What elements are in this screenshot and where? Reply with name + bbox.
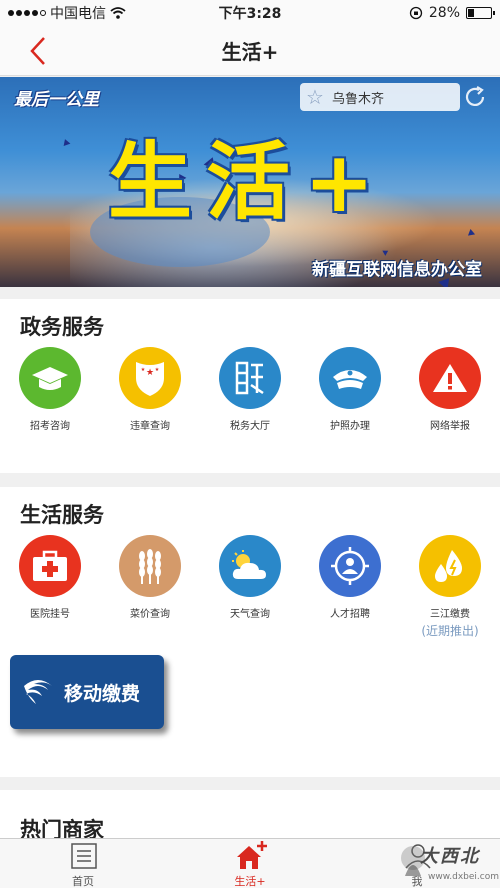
service-passport[interactable]: 护照办理: [310, 347, 390, 432]
service-label: 三江缴费: [430, 609, 470, 620]
service-label: 菜价查询: [130, 609, 170, 620]
city-label: 乌鲁木齐: [331, 91, 384, 107]
section-title: 政务服务: [20, 315, 104, 339]
chevron-left-icon[interactable]: [24, 34, 54, 68]
service-label: 网络举报: [430, 421, 470, 432]
police-badge-icon: ★ ★ ★: [119, 347, 181, 409]
wheat-icon: [119, 535, 181, 597]
battery-percent: 28%: [428, 5, 460, 21]
svg-text:★: ★: [155, 367, 160, 373]
service-weather[interactable]: 天气查询: [210, 535, 290, 620]
tab-home[interactable]: 首页: [33, 839, 133, 888]
section-title: 生活服务: [20, 503, 104, 527]
svg-text:★: ★: [146, 368, 154, 378]
life-services-row: 医院挂号 菜价查询 天气查询 人才招聘 三江缴费 (近期推出): [0, 535, 500, 638]
service-recruitment[interactable]: 人才招聘: [310, 535, 390, 620]
service-label: 违章查询: [130, 421, 170, 432]
service-online-report[interactable]: 网络举报: [410, 347, 490, 432]
service-violation-query[interactable]: ★ ★ ★ 违章查询: [110, 347, 190, 432]
svg-text:★: ★: [141, 367, 146, 373]
nav-bar: 生活+: [0, 26, 500, 76]
page-title: 生活+: [221, 40, 279, 64]
banner-slogan: 最后一公里: [14, 90, 99, 110]
signal-icon: [8, 10, 46, 16]
service-label: 招考咨询: [30, 421, 70, 432]
star-icon[interactable]: ☆: [306, 87, 324, 107]
service-vegetable-price[interactable]: 菜价查询: [110, 535, 190, 620]
banner-org: 新疆互联网信息办公室: [312, 260, 482, 280]
officer-cap-icon: [319, 347, 381, 409]
service-tax-hall[interactable]: 税务大厅: [210, 347, 290, 432]
document-icon: [71, 843, 97, 869]
medical-kit-icon: [19, 535, 81, 597]
watermark-url: www.dxbei.com: [428, 872, 499, 882]
gov-services-section: 政务服务 招考咨询 ★ ★ ★ 违章查询 税务大厅 护照办理 网络举报: [0, 299, 500, 473]
tax-icon: [219, 347, 281, 409]
battery-icon: [466, 7, 495, 19]
triangle-decoration: [61, 137, 71, 147]
utilities-icon: [419, 535, 481, 597]
banner-main-title: 生活+: [108, 133, 389, 231]
service-label: 护照办理: [330, 421, 370, 432]
wifi-icon: [110, 7, 126, 19]
city-selector[interactable]: ☆ 乌鲁木齐: [300, 83, 460, 111]
mobile-pay-button[interactable]: 移动缴费: [10, 655, 164, 729]
warning-icon: [419, 347, 481, 409]
mobile-pay-label: 移动缴费: [64, 682, 141, 705]
service-label: 税务大厅: [230, 421, 270, 432]
service-label: 天气查询: [230, 609, 270, 620]
gov-services-row: 招考咨询 ★ ★ ★ 违章查询 税务大厅 护照办理 网络举报: [0, 347, 500, 437]
tab-label: 首页: [72, 875, 94, 888]
tab-label: 生活+: [234, 875, 266, 888]
battery-fill: [468, 9, 474, 17]
triangle-decoration: [466, 228, 476, 236]
carrier-label: 中国电信: [50, 6, 106, 22]
service-admission-consult[interactable]: 招考咨询: [10, 347, 90, 432]
watermark-text: 大西北: [420, 846, 480, 867]
orientation-lock-icon: [409, 6, 423, 20]
status-right: 28%: [409, 5, 495, 21]
graduation-cap-icon: [19, 347, 81, 409]
home-plus-icon: [237, 841, 267, 869]
service-note: (近期推出): [421, 624, 479, 638]
hot-merchants-section: 热门商家: [0, 790, 500, 840]
person-target-icon: [319, 535, 381, 597]
china-mobile-icon: [24, 680, 52, 704]
section-title: 热门商家: [20, 818, 104, 840]
weather-icon: [219, 535, 281, 597]
status-left: 中国电信: [8, 3, 208, 23]
refresh-icon[interactable]: [463, 85, 487, 109]
service-utilities-pay[interactable]: 三江缴费 (近期推出): [410, 535, 490, 639]
screen: 中国电信 下午3:28 28% 生活+ 最后一公里 生活+ 新疆互联网信息办公室…: [0, 0, 500, 888]
service-label: 医院挂号: [30, 609, 70, 620]
service-label: 人才招聘: [330, 609, 370, 620]
life-services-section: 生活服务 医院挂号 菜价查询 天气查询 人才招聘 三江缴费 (近期推出): [0, 487, 500, 777]
tab-life-plus[interactable]: 生活+: [200, 839, 300, 888]
service-hospital-register[interactable]: 医院挂号: [10, 535, 90, 620]
status-bar: 中国电信 下午3:28 28%: [0, 0, 500, 26]
